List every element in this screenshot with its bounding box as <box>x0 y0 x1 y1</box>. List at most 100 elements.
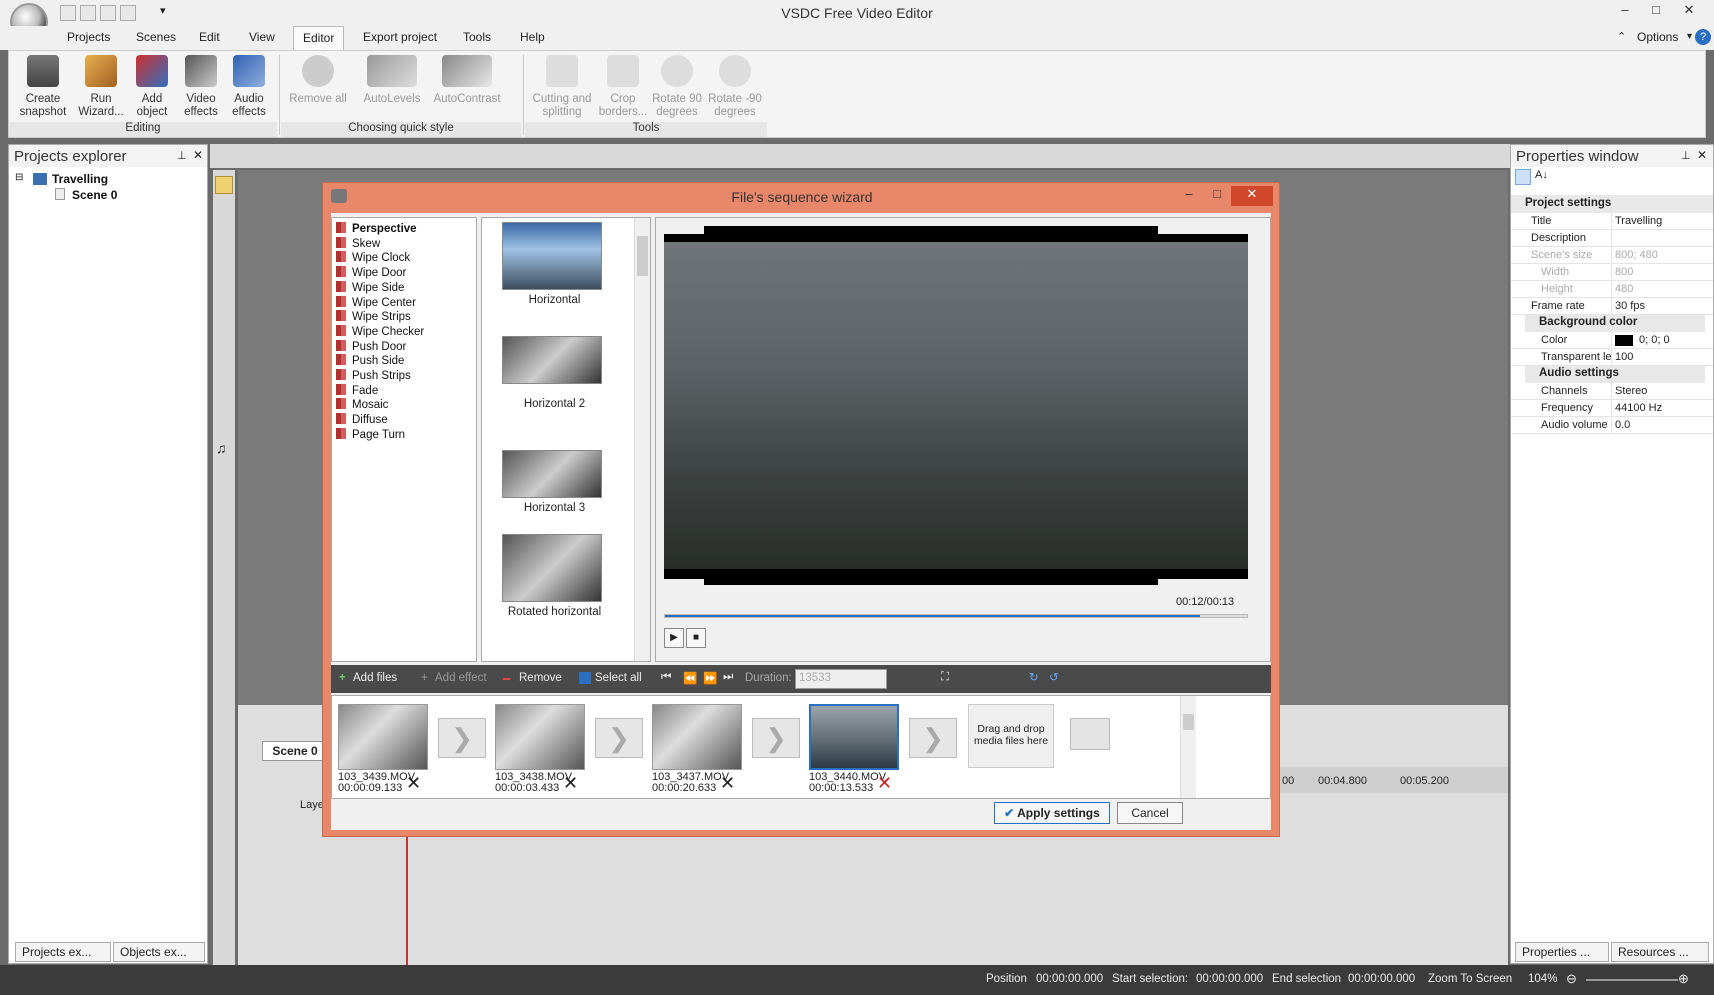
transition-arrow[interactable]: ❯ <box>438 718 486 758</box>
add-files-button[interactable]: Add files <box>353 672 397 684</box>
menu-view[interactable]: View <box>249 30 275 44</box>
transition-item[interactable]: Perspective <box>336 222 417 238</box>
pin-icon[interactable]: ⊥ <box>1681 149 1691 162</box>
crop-borders-button[interactable]: Crop borders... <box>597 55 649 119</box>
prop-frame-rate[interactable]: Frame rate 30 fps <box>1511 298 1713 315</box>
play-button[interactable]: ▶ <box>664 628 684 648</box>
transition-item[interactable]: Push Strips <box>336 369 411 385</box>
transition-item[interactable]: Push Door <box>336 339 406 356</box>
rotate-90-button[interactable]: Rotate 90 degrees <box>649 55 705 119</box>
autocontrast-button[interactable]: AutoContrast <box>429 55 505 106</box>
section-background-color[interactable]: Background color <box>1525 315 1705 332</box>
remove-all-button[interactable]: Remove all <box>283 55 353 106</box>
transition-item[interactable]: Mosaic <box>336 398 388 414</box>
transition-item[interactable]: Wipe Center <box>336 295 416 312</box>
last-clip-icon[interactable]: ⏭ <box>723 671 733 684</box>
audio-effects-button[interactable]: Audio effects <box>225 55 273 119</box>
options-dropdown-icon[interactable]: ▾ <box>1687 31 1692 42</box>
section-project-settings[interactable]: Project settings <box>1511 195 1713 213</box>
thumb-rotated-horizontal[interactable] <box>502 534 602 602</box>
transition-item[interactable]: Skew <box>336 236 380 253</box>
prop-frequency[interactable]: Frequency 44100 Hz <box>1511 400 1713 417</box>
dialog-close-icon[interactable]: ✕ <box>1231 186 1273 206</box>
transition-item[interactable]: Diffuse <box>336 413 388 429</box>
strip-scrollbar[interactable] <box>1180 696 1196 798</box>
section-audio-settings[interactable]: Audio settings <box>1525 366 1705 383</box>
menu-edit[interactable]: Edit <box>199 30 220 44</box>
timeline-ruler[interactable]: 00 00:04.800 00:05.200 <box>1278 767 1508 793</box>
prop-audio-volume[interactable]: Audio volume 0.0 <box>1511 417 1713 434</box>
tools-icon[interactable] <box>100 5 116 21</box>
prop-channels[interactable]: Channels Stereo <box>1511 383 1713 400</box>
help-icon[interactable]: ? <box>1695 29 1711 45</box>
prop-title[interactable]: Title Travelling <box>1511 213 1713 230</box>
preview-icon[interactable] <box>120 5 136 21</box>
rotate-cw-icon[interactable]: ↻ <box>1029 670 1039 684</box>
open-project-icon[interactable] <box>80 5 96 21</box>
transition-arrow[interactable]: ❯ <box>595 718 643 758</box>
tree-project[interactable]: Travelling <box>52 172 108 186</box>
options-menu[interactable]: Options <box>1637 30 1678 44</box>
tab-properties[interactable]: Properties ... <box>1515 942 1609 962</box>
video-effects-button[interactable]: Video effects <box>177 55 225 119</box>
zoom-out-icon[interactable]: ⊖ <box>1566 971 1577 987</box>
scene-tab[interactable]: Scene 0 <box>262 741 328 761</box>
remove-button[interactable]: Remove <box>519 672 562 684</box>
tab-resources[interactable]: Resources ... <box>1611 942 1709 962</box>
playhead[interactable] <box>406 825 408 965</box>
transition-item[interactable]: Fade <box>336 383 378 400</box>
minimize-icon[interactable]: – <box>1610 2 1640 22</box>
prop-description[interactable]: Description <box>1511 230 1713 247</box>
clip-thumbnail[interactable] <box>495 704 585 770</box>
thumb-horizontal-2[interactable] <box>502 336 602 384</box>
prop-color[interactable]: Color 0; 0; 0 <box>1511 332 1713 349</box>
stop-button[interactable]: ■ <box>686 628 706 648</box>
transition-item[interactable]: Wipe Checker <box>336 324 424 341</box>
thumb-horizontal[interactable] <box>502 222 602 290</box>
clip-thumbnail[interactable] <box>809 704 899 770</box>
panel-close-icon[interactable]: ✕ <box>1697 148 1707 162</box>
quick-access-dropdown-icon[interactable]: ▾ <box>160 4 166 17</box>
menu-projects[interactable]: Projects <box>67 30 110 44</box>
cancel-button[interactable]: Cancel <box>1117 802 1183 824</box>
menu-export-project[interactable]: Export project <box>363 30 437 44</box>
prev-clip-icon[interactable]: ⏪ <box>683 671 697 685</box>
clip-thumbnail[interactable] <box>338 704 428 770</box>
collapse-ribbon-icon[interactable]: ⌃ <box>1617 30 1626 43</box>
panel-close-icon[interactable]: ✕ <box>193 148 203 162</box>
pointer-tool-icon[interactable] <box>215 176 233 194</box>
zoom-to-screen-button[interactable]: Zoom To Screen <box>1428 973 1512 985</box>
pin-icon[interactable]: ⊥ <box>177 149 187 162</box>
categorized-icon[interactable] <box>1515 169 1531 185</box>
remove-clip-icon[interactable]: ✕ <box>406 774 421 792</box>
prop-height[interactable]: Height 480 <box>1511 281 1713 298</box>
scrollbar-thumb[interactable] <box>637 236 648 276</box>
menu-help[interactable]: Help <box>520 30 545 44</box>
transition-item[interactable]: Wipe Door <box>336 266 406 282</box>
dialog-minimize-icon[interactable]: – <box>1175 186 1203 206</box>
duration-input[interactable]: 13533 <box>795 669 887 689</box>
first-clip-icon[interactable]: ⏮ <box>661 671 671 684</box>
transition-item[interactable]: Wipe Clock <box>336 251 410 267</box>
create-snapshot-button[interactable]: Create snapshot <box>13 55 73 119</box>
color-swatch[interactable] <box>1615 335 1633 346</box>
add-object-button[interactable]: Add object <box>127 55 177 119</box>
tree-scene[interactable]: Scene 0 <box>72 188 117 202</box>
tab-objects-explorer[interactable]: Objects ex... <box>113 942 205 962</box>
sort-alpha-icon[interactable]: A↓ <box>1535 169 1551 185</box>
transition-item[interactable]: Page Turn <box>336 427 405 444</box>
remove-clip-icon[interactable]: ✕ <box>720 774 735 792</box>
rotate-minus-90-button[interactable]: Rotate -90 degrees <box>705 55 765 119</box>
prop-transparent-level[interactable]: Transparent le 100 <box>1511 349 1713 366</box>
thumb-horizontal-3[interactable] <box>502 450 602 498</box>
cutting-splitting-button[interactable]: Cutting and splitting <box>527 55 597 119</box>
tab-projects-explorer[interactable]: Projects ex... <box>15 942 111 962</box>
autolevels-button[interactable]: AutoLevels <box>359 55 425 106</box>
add-effect-button[interactable]: Add effect <box>435 672 487 684</box>
drop-zone[interactable]: Drag and drop media files here <box>968 704 1054 768</box>
dialog-maximize-icon[interactable]: □ <box>1203 186 1231 206</box>
menu-editor[interactable]: Editor <box>293 26 345 50</box>
menu-tools[interactable]: Tools <box>463 30 491 44</box>
transition-arrow[interactable]: ❯ <box>909 718 957 758</box>
transition-item[interactable]: Wipe Side <box>336 280 404 297</box>
